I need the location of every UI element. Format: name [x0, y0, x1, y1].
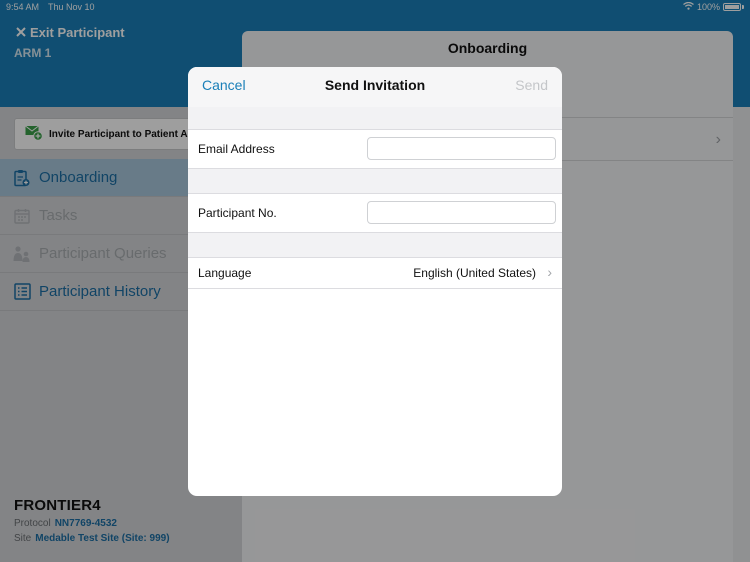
- email-row: Email Address: [188, 129, 562, 169]
- modal-header: Cancel Send Invitation Send: [188, 67, 562, 107]
- chevron-right-icon: ›: [547, 264, 552, 280]
- email-label: Email Address: [198, 142, 275, 156]
- language-value: English (United States): [413, 266, 536, 280]
- section-gap: [188, 107, 562, 129]
- section-gap: [188, 169, 562, 193]
- language-label: Language: [198, 266, 252, 280]
- modal-title: Send Invitation: [324, 77, 426, 93]
- send-invitation-modal: Cancel Send Invitation Send Email Addres…: [188, 67, 562, 496]
- participant-number-row: Participant No.: [188, 193, 562, 233]
- send-button[interactable]: Send: [515, 77, 548, 93]
- participant-number-label: Participant No.: [198, 206, 277, 220]
- participant-number-field[interactable]: [367, 201, 556, 224]
- language-row[interactable]: Language English (United States) ›: [188, 257, 562, 289]
- email-field[interactable]: [367, 137, 556, 160]
- section-gap: [188, 233, 562, 257]
